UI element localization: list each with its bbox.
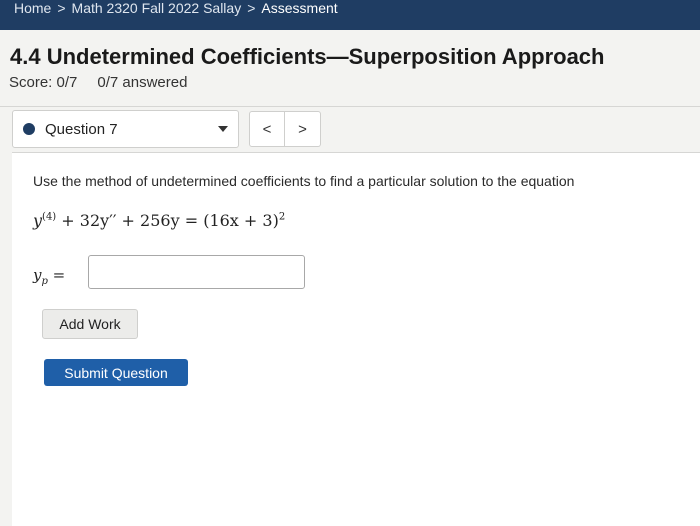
breadcrumb-home[interactable]: Home: [14, 0, 51, 16]
breadcrumb-separator: >: [57, 0, 66, 16]
page-title: 4.4 Undetermined Coefficients—Superposit…: [10, 44, 605, 69]
divider: [0, 106, 700, 107]
answer-label: yp =: [33, 266, 65, 287]
equation-exponent: 2: [278, 211, 286, 223]
question-status-dot: [23, 123, 35, 135]
answer-label-equals: =: [47, 266, 66, 284]
question-selector[interactable]: Question 7: [12, 110, 239, 148]
question-prompt: Use the method of undetermined coefficie…: [33, 173, 575, 189]
score-text: Score: 0/7: [9, 74, 78, 91]
answered-count: 0/7 answered: [97, 74, 188, 91]
breadcrumb: Home > Math 2320 Fall 2022 Sallay > Asse…: [0, 0, 700, 30]
question-panel: [12, 152, 700, 526]
breadcrumb-separator: >: [247, 0, 256, 16]
equation-body: + 32y′′ + 256y = (16x + 3): [56, 211, 279, 230]
add-work-button[interactable]: Add Work: [42, 309, 138, 339]
answer-input[interactable]: [88, 255, 305, 289]
breadcrumb-course[interactable]: Math 2320 Fall 2022 Sallay: [72, 0, 242, 16]
score-row: Score: 0/7 0/7 answered: [9, 74, 187, 91]
breadcrumb-assessment: Assessment: [261, 0, 338, 16]
equation-order: (4): [42, 211, 57, 223]
submit-question-button[interactable]: Submit Question: [44, 359, 188, 386]
caret-down-icon: [218, 126, 228, 132]
question-selector-label: Question 7: [45, 120, 118, 138]
previous-question-button[interactable]: <: [249, 111, 285, 147]
question-equation: y(4) + 32y′′ + 256y = (16x + 3)2: [33, 211, 285, 230]
equation-y: y: [33, 211, 43, 230]
next-question-button[interactable]: >: [285, 111, 321, 147]
